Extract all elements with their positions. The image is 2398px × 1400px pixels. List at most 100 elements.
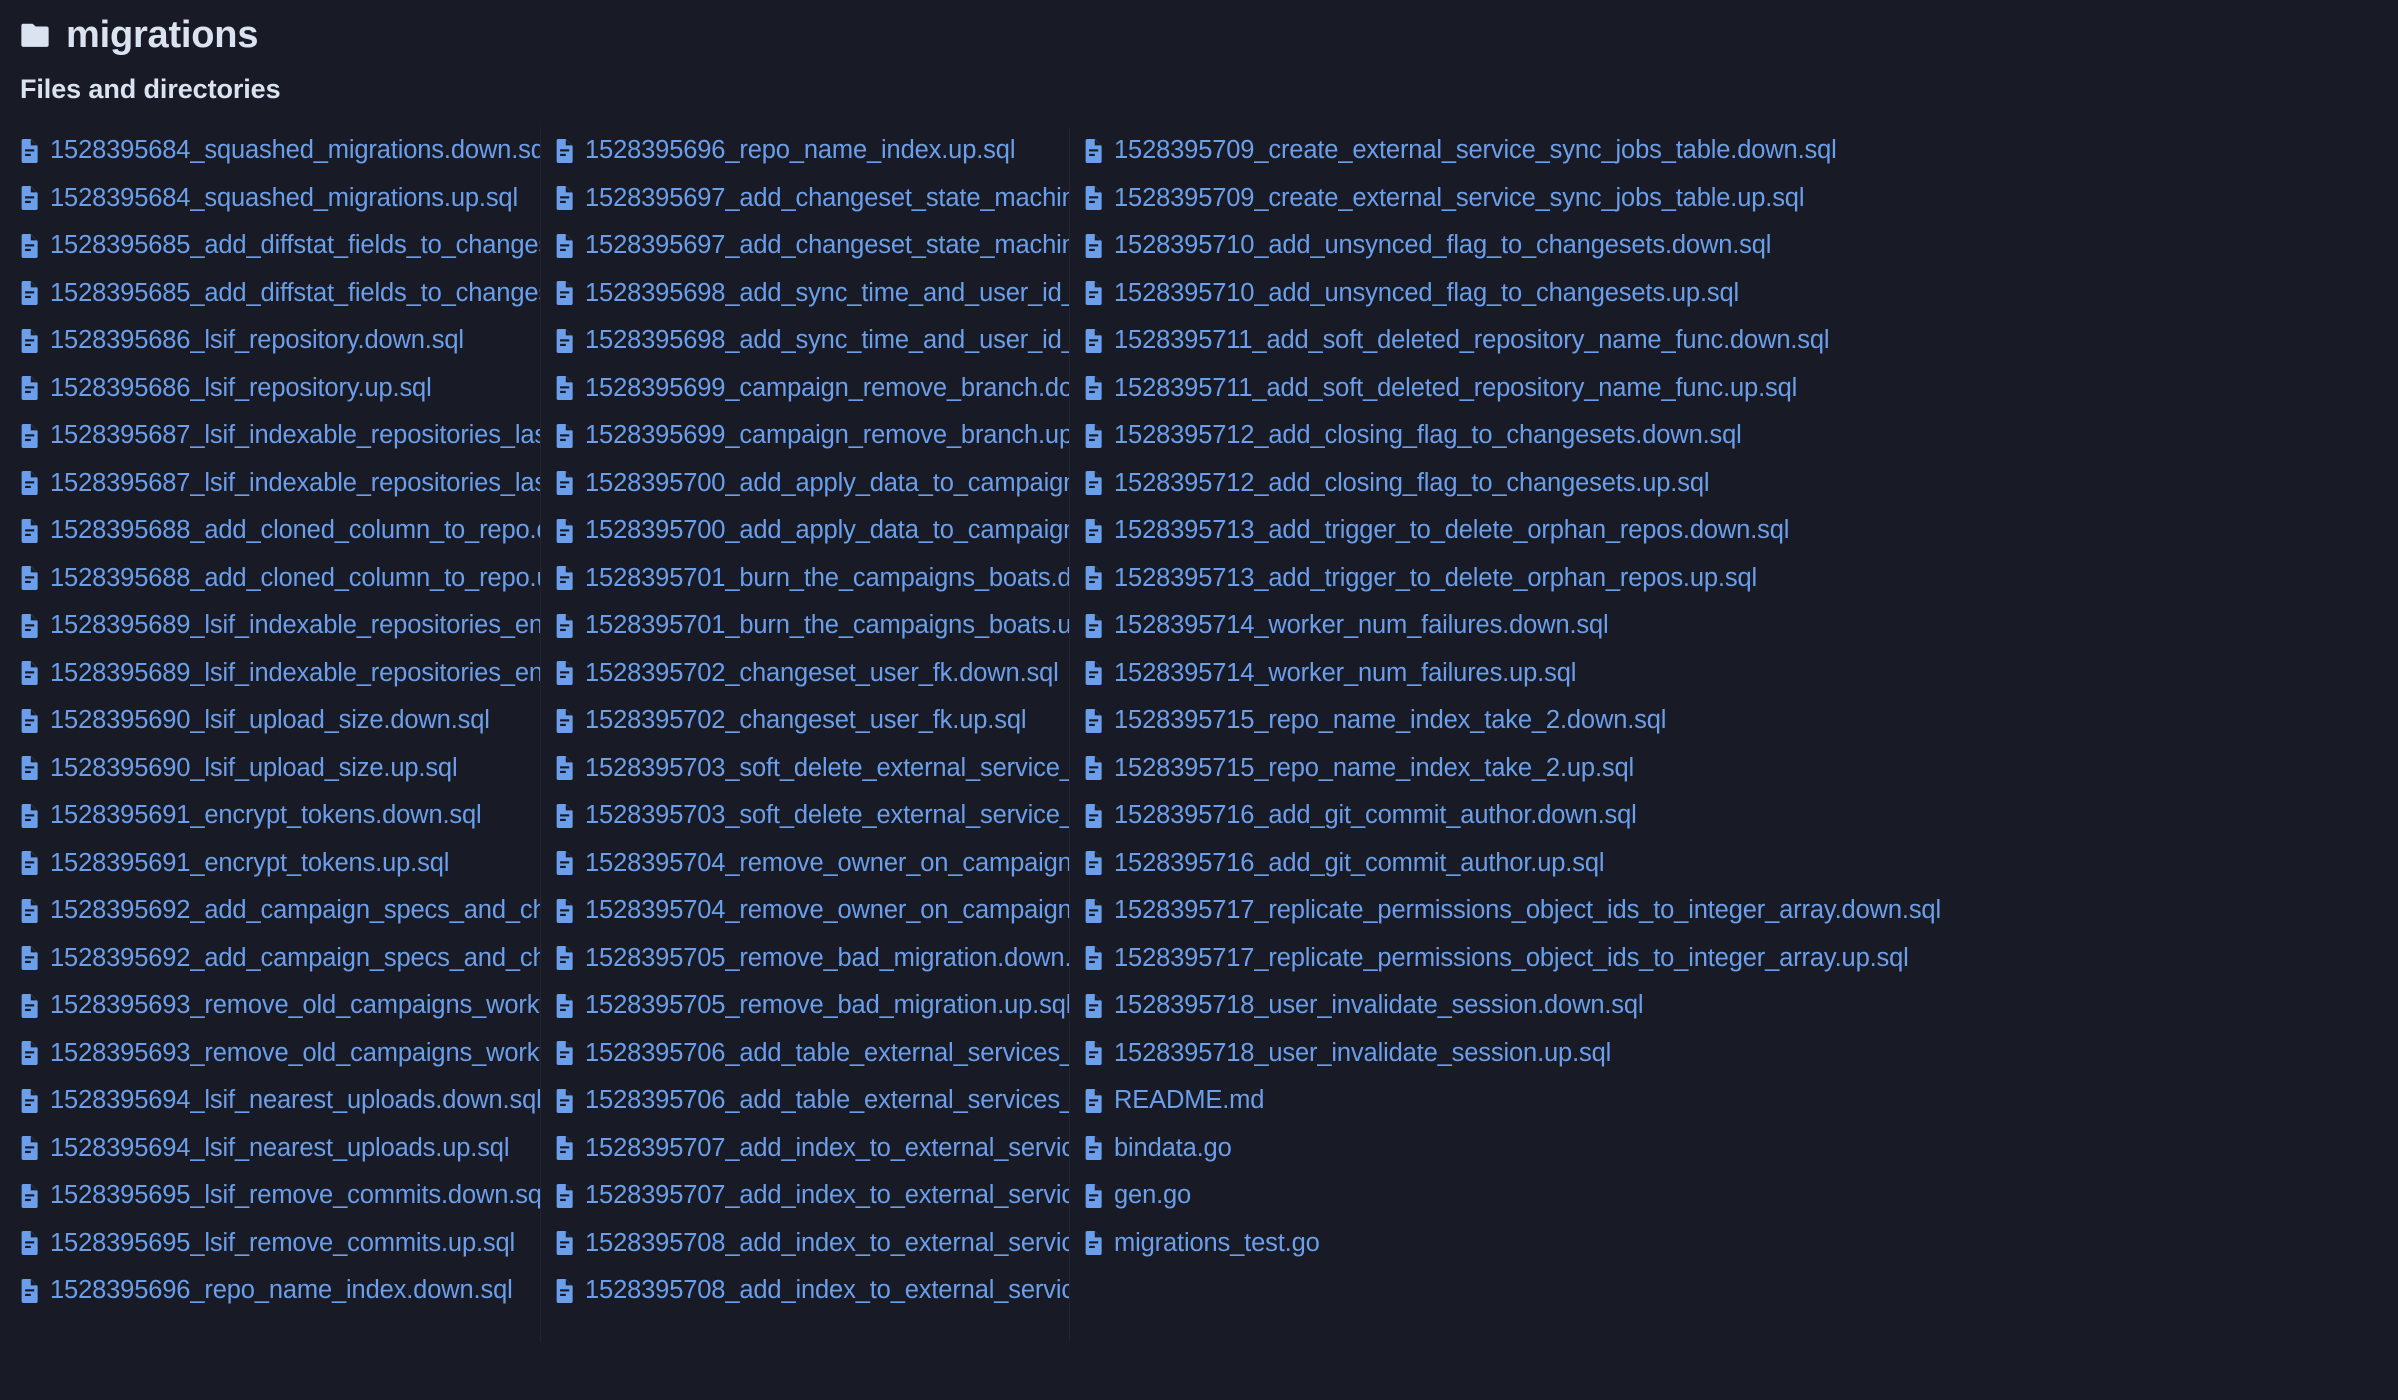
- file-link[interactable]: 1528395688_add_cloned_column_to_repo.up.…: [50, 565, 540, 592]
- file-link[interactable]: 1528395684_squashed_migrations.up.sql: [50, 185, 518, 212]
- file-list-item[interactable]: 1528395700_add_apply_data_to_campaign.do…: [553, 460, 1069, 508]
- file-link[interactable]: 1528395710_add_unsynced_flag_to_changese…: [1114, 232, 1771, 259]
- file-list-item[interactable]: 1528395716_add_git_commit_author.down.sq…: [1082, 792, 2389, 840]
- file-link[interactable]: 1528395704_remove_owner_on_campaign_dele…: [585, 850, 1069, 877]
- file-link[interactable]: 1528395704_remove_owner_on_campaign_dele…: [585, 897, 1069, 924]
- file-link[interactable]: 1528395713_add_trigger_to_delete_orphan_…: [1114, 565, 1757, 592]
- file-link[interactable]: 1528395716_add_git_commit_author.down.sq…: [1114, 802, 1637, 829]
- file-list-item[interactable]: 1528395716_add_git_commit_author.up.sql: [1082, 840, 2389, 888]
- file-list-item[interactable]: 1528395711_add_soft_deleted_repository_n…: [1082, 317, 2389, 365]
- file-list-item[interactable]: 1528395696_repo_name_index.down.sql: [18, 1267, 540, 1315]
- file-link[interactable]: 1528395696_repo_name_index.up.sql: [585, 137, 1015, 164]
- file-list-item[interactable]: 1528395692_add_campaign_specs_and_change…: [18, 935, 540, 983]
- file-link[interactable]: 1528395712_add_closing_flag_to_changeset…: [1114, 422, 1742, 449]
- file-list-item[interactable]: 1528395718_user_invalidate_session.down.…: [1082, 982, 2389, 1030]
- file-link[interactable]: 1528395693_remove_old_campaigns_workflow…: [50, 992, 540, 1019]
- file-list-item[interactable]: 1528395706_add_table_external_services_r…: [553, 1077, 1069, 1125]
- file-list-item[interactable]: 1528395709_create_external_service_sync_…: [1082, 127, 2389, 175]
- file-list-item[interactable]: 1528395700_add_apply_data_to_campaign.up…: [553, 507, 1069, 555]
- file-list-item[interactable]: 1528395701_burn_the_campaigns_boats.up.s…: [553, 602, 1069, 650]
- file-link[interactable]: 1528395696_repo_name_index.down.sql: [50, 1277, 513, 1304]
- file-list-item[interactable]: 1528395692_add_campaign_specs_and_change…: [18, 887, 540, 935]
- file-link[interactable]: 1528395712_add_closing_flag_to_changeset…: [1114, 470, 1710, 497]
- file-link[interactable]: 1528395692_add_campaign_specs_and_change…: [50, 897, 540, 924]
- file-link[interactable]: 1528395695_lsif_remove_commits.up.sql: [50, 1230, 515, 1257]
- file-link[interactable]: 1528395687_lsif_indexable_repositories_l…: [50, 422, 540, 449]
- file-link[interactable]: 1528395694_lsif_nearest_uploads.up.sql: [50, 1135, 509, 1162]
- file-link[interactable]: 1528395692_add_campaign_specs_and_change…: [50, 945, 540, 972]
- file-link[interactable]: 1528395707_add_index_to_external_service…: [585, 1135, 1069, 1162]
- file-link[interactable]: 1528395688_add_cloned_column_to_repo.dow…: [50, 517, 540, 544]
- file-link[interactable]: 1528395705_remove_bad_migration.down.sql: [585, 945, 1069, 972]
- file-link[interactable]: 1528395716_add_git_commit_author.up.sql: [1114, 850, 1605, 877]
- file-list-item[interactable]: 1528395709_create_external_service_sync_…: [1082, 175, 2389, 223]
- file-link[interactable]: 1528395709_create_external_service_sync_…: [1114, 137, 1837, 164]
- file-list-item[interactable]: 1528395707_add_index_to_external_service…: [553, 1125, 1069, 1173]
- file-list-item[interactable]: 1528395714_worker_num_failures.up.sql: [1082, 650, 2389, 698]
- file-link[interactable]: 1528395707_add_index_to_external_service…: [585, 1182, 1069, 1209]
- file-link[interactable]: 1528395714_worker_num_failures.up.sql: [1114, 660, 1576, 687]
- file-list-item[interactable]: 1528395690_lsif_upload_size.down.sql: [18, 697, 540, 745]
- file-list-item[interactable]: 1528395689_lsif_indexable_repositories_e…: [18, 650, 540, 698]
- file-list-item[interactable]: 1528395695_lsif_remove_commits.up.sql: [18, 1220, 540, 1268]
- file-list-item[interactable]: 1528395706_add_table_external_services_r…: [553, 1030, 1069, 1078]
- file-link[interactable]: 1528395711_add_soft_deleted_repository_n…: [1114, 375, 1797, 402]
- file-list-item[interactable]: bindata.go: [1082, 1125, 2389, 1173]
- file-list-item[interactable]: 1528395695_lsif_remove_commits.down.sql: [18, 1172, 540, 1220]
- file-link[interactable]: 1528395684_squashed_migrations.down.sql: [50, 137, 540, 164]
- file-link[interactable]: 1528395699_campaign_remove_branch.up.sql: [585, 422, 1069, 449]
- file-list-item[interactable]: 1528395693_remove_old_campaigns_workflow…: [18, 1030, 540, 1078]
- file-list-item[interactable]: 1528395705_remove_bad_migration.down.sql: [553, 935, 1069, 983]
- file-link[interactable]: 1528395685_add_diffstat_fields_to_change…: [50, 280, 540, 307]
- file-link[interactable]: 1528395713_add_trigger_to_delete_orphan_…: [1114, 517, 1789, 544]
- file-list-item[interactable]: 1528395691_encrypt_tokens.down.sql: [18, 792, 540, 840]
- file-list-item[interactable]: 1528395686_lsif_repository.up.sql: [18, 365, 540, 413]
- file-link[interactable]: 1528395693_remove_old_campaigns_workflow…: [50, 1040, 540, 1067]
- file-link[interactable]: 1528395699_campaign_remove_branch.down.s…: [585, 375, 1069, 402]
- file-list-item[interactable]: 1528395710_add_unsynced_flag_to_changese…: [1082, 270, 2389, 318]
- file-link[interactable]: 1528395691_encrypt_tokens.up.sql: [50, 850, 449, 877]
- file-link[interactable]: 1528395718_user_invalidate_session.up.sq…: [1114, 1040, 1611, 1067]
- file-link[interactable]: 1528395698_add_sync_time_and_user_id_to_…: [585, 327, 1069, 354]
- file-list-item[interactable]: 1528395698_add_sync_time_and_user_id_to_…: [553, 270, 1069, 318]
- file-list-item[interactable]: 1528395714_worker_num_failures.down.sql: [1082, 602, 2389, 650]
- file-list-item[interactable]: 1528395710_add_unsynced_flag_to_changese…: [1082, 222, 2389, 270]
- file-list-item[interactable]: 1528395688_add_cloned_column_to_repo.dow…: [18, 507, 540, 555]
- file-link[interactable]: bindata.go: [1114, 1135, 1232, 1162]
- file-list-item[interactable]: 1528395687_lsif_indexable_repositories_l…: [18, 460, 540, 508]
- file-link[interactable]: migrations_test.go: [1114, 1230, 1320, 1257]
- file-link[interactable]: 1528395687_lsif_indexable_repositories_l…: [50, 470, 540, 497]
- file-link[interactable]: 1528395701_burn_the_campaigns_boats.down…: [585, 565, 1069, 592]
- file-list-item[interactable]: 1528395701_burn_the_campaigns_boats.down…: [553, 555, 1069, 603]
- file-link[interactable]: 1528395694_lsif_nearest_uploads.down.sql: [50, 1087, 540, 1114]
- file-list-item[interactable]: 1528395685_add_diffstat_fields_to_change…: [18, 270, 540, 318]
- file-link[interactable]: 1528395703_soft_delete_external_service_…: [585, 802, 1069, 829]
- file-list-item[interactable]: 1528395708_add_index_to_external_service…: [553, 1267, 1069, 1315]
- file-link[interactable]: 1528395702_changeset_user_fk.down.sql: [585, 660, 1059, 687]
- file-link[interactable]: README.md: [1114, 1087, 1264, 1114]
- file-list-item[interactable]: 1528395702_changeset_user_fk.down.sql: [553, 650, 1069, 698]
- file-list-item[interactable]: 1528395693_remove_old_campaigns_workflow…: [18, 982, 540, 1030]
- file-list-item[interactable]: 1528395697_add_changeset_state_machine.u…: [553, 222, 1069, 270]
- file-list-item[interactable]: 1528395705_remove_bad_migration.up.sql: [553, 982, 1069, 1030]
- file-link[interactable]: 1528395691_encrypt_tokens.down.sql: [50, 802, 482, 829]
- file-link[interactable]: 1528395710_add_unsynced_flag_to_changese…: [1114, 280, 1739, 307]
- file-link[interactable]: 1528395718_user_invalidate_session.down.…: [1114, 992, 1644, 1019]
- file-list-item[interactable]: 1528395717_replicate_permissions_object_…: [1082, 887, 2389, 935]
- file-list-item[interactable]: 1528395708_add_index_to_external_service…: [553, 1220, 1069, 1268]
- file-link[interactable]: 1528395700_add_apply_data_to_campaign.up…: [585, 517, 1069, 544]
- file-list-item[interactable]: 1528395689_lsif_indexable_repositories_e…: [18, 602, 540, 650]
- file-list-item[interactable]: migrations_test.go: [1082, 1220, 2389, 1268]
- file-link[interactable]: 1528395689_lsif_indexable_repositories_e…: [50, 660, 540, 687]
- file-list-item[interactable]: 1528395690_lsif_upload_size.up.sql: [18, 745, 540, 793]
- file-link[interactable]: 1528395708_add_index_to_external_service…: [585, 1277, 1069, 1304]
- file-link[interactable]: 1528395703_soft_delete_external_service_…: [585, 755, 1069, 782]
- file-link[interactable]: 1528395690_lsif_upload_size.up.sql: [50, 755, 458, 782]
- file-list-item[interactable]: 1528395691_encrypt_tokens.up.sql: [18, 840, 540, 888]
- file-list-item[interactable]: 1528395686_lsif_repository.down.sql: [18, 317, 540, 365]
- file-list-item[interactable]: 1528395687_lsif_indexable_repositories_l…: [18, 412, 540, 460]
- file-list-item[interactable]: 1528395713_add_trigger_to_delete_orphan_…: [1082, 507, 2389, 555]
- file-link[interactable]: 1528395709_create_external_service_sync_…: [1114, 185, 1805, 212]
- file-link[interactable]: 1528395702_changeset_user_fk.up.sql: [585, 707, 1027, 734]
- file-link[interactable]: 1528395689_lsif_indexable_repositories_e…: [50, 612, 540, 639]
